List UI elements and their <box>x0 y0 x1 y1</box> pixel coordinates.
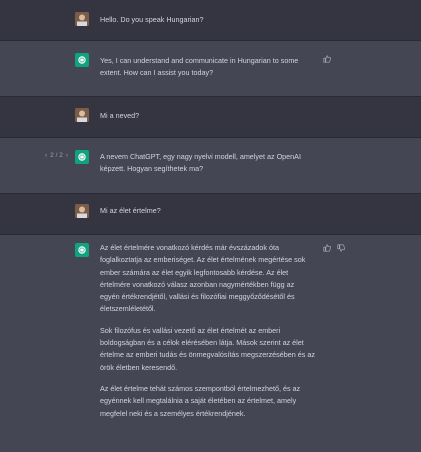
openai-logo-icon <box>75 53 89 67</box>
message-text: Az élet értelmére vonatkozó kérdés már é… <box>100 242 315 429</box>
response-pager: ‹ 2 / 2 › <box>45 152 68 159</box>
message-text: Hello. Do you speak Hungarian? <box>100 15 204 24</box>
user-avatar <box>75 12 89 26</box>
thumbs-up-icon[interactable] <box>323 55 331 63</box>
user-message-2: Mi a neved? <box>0 97 421 137</box>
message-text: Mi a neved? <box>100 111 140 120</box>
user-avatar <box>75 108 89 122</box>
thumbs-up-icon[interactable] <box>323 244 331 252</box>
message-text: A nevem ChatGPT, egy nagy nyelvi modell,… <box>100 152 301 174</box>
paragraph: Sok filozófus és vallási vezető az élet … <box>100 325 315 372</box>
chevron-left-icon[interactable]: ‹ <box>45 152 47 159</box>
paragraph: Az élet értelmére vonatkozó kérdés már é… <box>100 243 306 314</box>
chevron-right-icon[interactable]: › <box>66 152 68 159</box>
user-avatar <box>75 204 89 218</box>
message-text: Mi az élet értelme? <box>100 206 161 215</box>
assistant-message-2: ‹ 2 / 2 › A nevem ChatGPT, egy nagy nyel… <box>0 138 421 193</box>
paragraph: Az élet értelme tehát számos szempontból… <box>100 383 301 418</box>
message-text: Yes, I can understand and communicate in… <box>100 56 299 78</box>
assistant-message-1: Yes, I can understand and communicate in… <box>0 41 421 96</box>
openai-logo-icon <box>75 150 89 164</box>
user-message-3: Mi az élet értelme? <box>0 194 421 234</box>
feedback-actions <box>323 244 345 252</box>
assistant-message-3: Az élet értelmére vonatkozó kérdés már é… <box>0 235 421 452</box>
pager-label: 2 / 2 <box>50 152 63 159</box>
chat-thread: Hello. Do you speak Hungarian? Yes, I ca… <box>0 0 421 452</box>
thumbs-down-icon[interactable] <box>337 244 345 252</box>
user-message-1: Hello. Do you speak Hungarian? <box>0 0 421 40</box>
feedback-actions <box>323 55 331 63</box>
openai-logo-icon <box>75 243 89 257</box>
